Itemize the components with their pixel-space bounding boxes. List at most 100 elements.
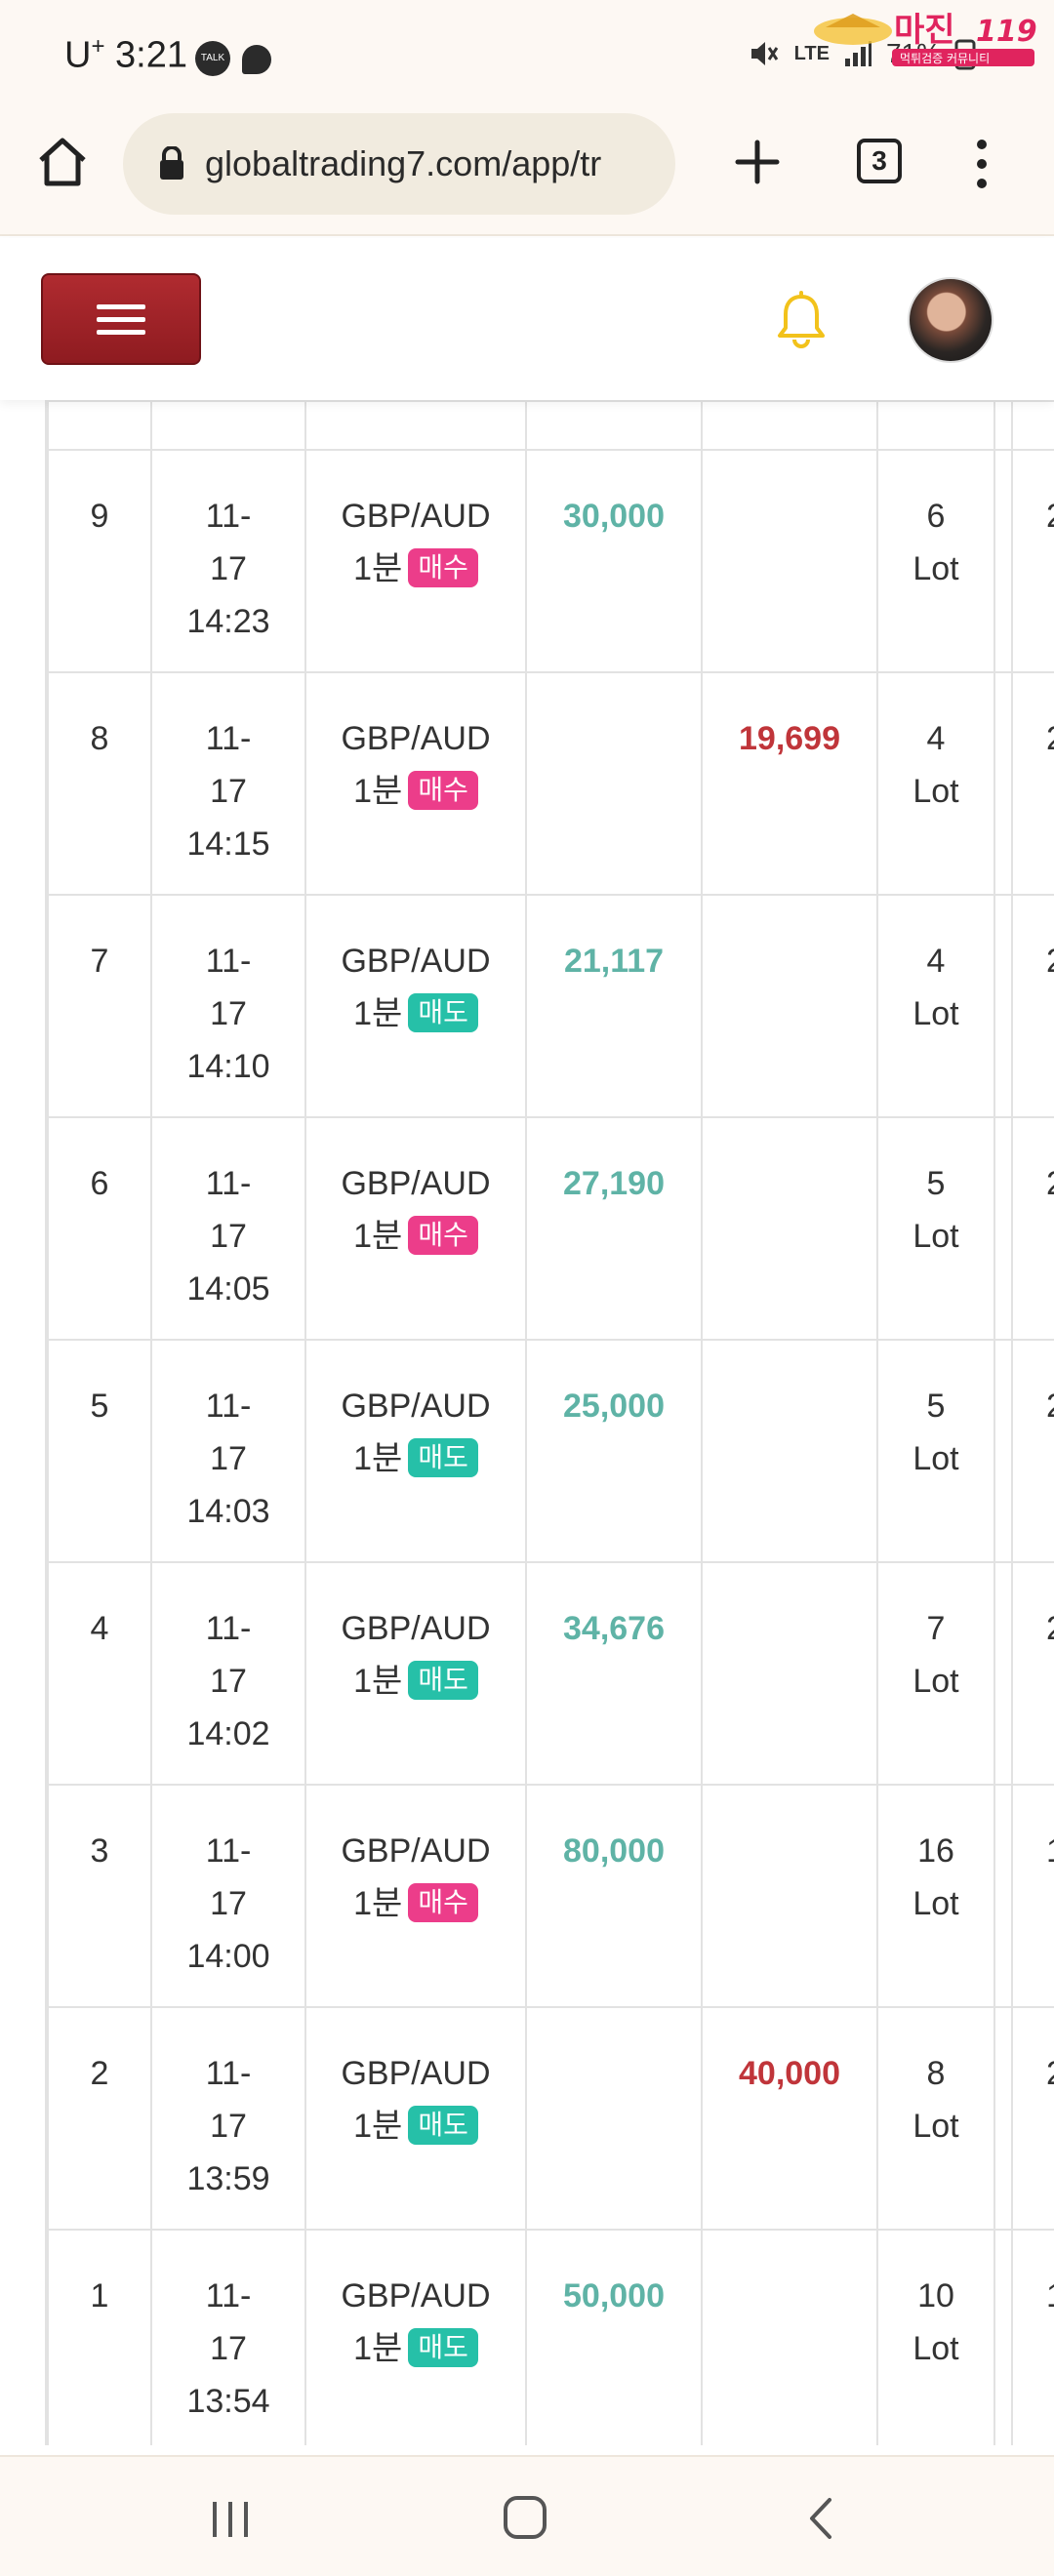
kakao-talk-icon: TALK: [195, 41, 230, 76]
table-body: 9 11-1714:23 GBP/AUD1분매수 30,000 6Lot 2, …: [47, 400, 1054, 2445]
row-number: 4: [47, 1561, 152, 1786]
trade-product: GBP/AUD 1분 매수: [304, 1116, 527, 1341]
column-gap: [993, 1339, 1013, 1563]
row-number: 3: [47, 1784, 152, 2008]
table-row[interactable]: 1 11-1713:54 GBP/AUD1분매도 50,000 10Lot 1,: [47, 2229, 1054, 2445]
side-badge: 매수: [408, 771, 478, 811]
trade-datetime: 11- 17 14:10: [150, 894, 306, 1118]
column-gap: [993, 1116, 1013, 1341]
trade-product: GBP/AUD 1분 매도: [304, 2229, 527, 2445]
trade-datetime: 11- 17 14:15: [150, 671, 306, 896]
column-gap: [993, 449, 1013, 673]
profit-amount: 30,000: [525, 449, 703, 673]
back-icon[interactable]: [806, 2496, 835, 2541]
row-number: 7: [47, 894, 152, 1118]
trade-datetime: 11- 17 14:23: [150, 449, 306, 673]
side-badge: 매수: [408, 1216, 478, 1256]
home-button-icon[interactable]: [504, 2496, 547, 2539]
tab-switcher-button[interactable]: 3: [857, 139, 902, 183]
profit-amount: 21,117: [525, 894, 703, 1118]
chat-bubble-icon: [242, 45, 271, 74]
lot-size: 4 Lot: [876, 894, 995, 1118]
trade-datetime: 11- 17 14:02: [150, 1561, 306, 1786]
svg-text:119: 119: [976, 15, 1037, 49]
trade-product: GBP/AUD 1분 매도: [304, 1339, 527, 1563]
truncated-value: 2,: [1011, 894, 1054, 1118]
profit-amount: 25,000: [525, 1339, 703, 1563]
loss-amount: 40,000: [701, 2006, 878, 2231]
side-badge: 매도: [408, 2106, 478, 2146]
table-row[interactable]: 5 11-1714:03 GBP/AUD1분매도 25,000 5Lot 2,(: [47, 1339, 1054, 1563]
status-bar: U+ 3:21 TALK LTE 71% 마진 119 먹튀검증 커뮤니티: [0, 0, 1054, 109]
avatar[interactable]: [908, 277, 993, 363]
url-text: globaltrading7.com/app/tr: [205, 143, 602, 183]
new-tab-icon[interactable]: [730, 135, 785, 189]
bell-icon[interactable]: [775, 291, 828, 349]
table-row[interactable]: 7 11-1714:10 GBP/AUD1분매도 21,117 4Lot 2,: [47, 894, 1054, 1118]
carrier-time: U+ 3:21: [64, 33, 187, 77]
mute-icon: [750, 42, 778, 65]
side-badge: 매도: [408, 1438, 478, 1478]
loss-amount: [701, 894, 878, 1118]
home-icon[interactable]: [35, 135, 90, 189]
more-menu-icon[interactable]: [972, 137, 992, 191]
side-badge: 매수: [408, 1883, 478, 1923]
side-badge: 매도: [408, 1661, 478, 1701]
profit-amount: 50,000: [525, 2229, 703, 2445]
table-row[interactable]: 2 11-1713:59 GBP/AUD1분매도 40,000 8Lot 2,(: [47, 2006, 1054, 2231]
lock-icon: [160, 146, 183, 180]
trade-product: GBP/AUD 1분 매도: [304, 1561, 527, 1786]
menu-line: [97, 329, 145, 335]
menu-line: [97, 303, 145, 309]
profit-amount: [525, 671, 703, 896]
lot-size: 4 Lot: [876, 671, 995, 896]
trade-table: 9 11-1714:23 GBP/AUD1분매수 30,000 6Lot 2, …: [47, 400, 1054, 2445]
profit-amount: 34,676: [525, 1561, 703, 1786]
truncated-value: 2,: [1011, 671, 1054, 896]
carrier-label: U: [64, 34, 92, 76]
side-badge: 매도: [408, 993, 478, 1033]
table-row[interactable]: 3 11-1714:00 GBP/AUD1분매수 80,000 16Lot 1,: [47, 1784, 1054, 2008]
side-badge: 매수: [408, 548, 478, 588]
loss-amount: 19,699: [701, 671, 878, 896]
profit-amount: 27,190: [525, 1116, 703, 1341]
profit-amount: [525, 2006, 703, 2231]
lot-size: 5 Lot: [876, 1116, 995, 1341]
column-gap: [993, 1784, 1013, 2008]
trade-datetime: 11- 17 13:59: [150, 2006, 306, 2231]
hamburger-menu-button[interactable]: [41, 273, 201, 365]
column-gap: [993, 671, 1013, 896]
truncated-value: 2,(: [1011, 2006, 1054, 2231]
row-number: 1: [47, 2229, 152, 2445]
loss-amount: [701, 449, 878, 673]
trade-history-table: 9 11-1714:23 GBP/AUD1분매수 30,000 6Lot 2, …: [45, 400, 1054, 2445]
truncated-value: 2,(: [1011, 1339, 1054, 1563]
column-gap: [993, 894, 1013, 1118]
lot-size: 6 Lot: [876, 449, 995, 673]
svg-text:마진: 마진: [894, 11, 955, 50]
row-number: 5: [47, 1339, 152, 1563]
trade-product: GBP/AUD 1분 매도: [304, 894, 527, 1118]
column-gap: [993, 1561, 1013, 1786]
loss-amount: [701, 1116, 878, 1341]
clock: 3:21: [115, 34, 187, 76]
app-header: [0, 238, 1054, 400]
watermark-logo: 마진 119 먹튀검증 커뮤니티: [814, 11, 1037, 66]
table-row[interactable]: 9 11-1714:23 GBP/AUD1분매수 30,000 6Lot 2,: [47, 449, 1054, 673]
truncated-value: 1,: [1011, 2229, 1054, 2445]
system-nav-bar: [0, 2455, 1054, 2576]
recent-apps-icon[interactable]: [209, 2500, 252, 2539]
address-bar[interactable]: globaltrading7.com/app/tr: [123, 113, 675, 215]
trade-datetime: 11- 17 14:03: [150, 1339, 306, 1563]
table-row[interactable]: 6 11-1714:05 GBP/AUD1분매수 27,190 5Lot 2,: [47, 1116, 1054, 1341]
row-number: 6: [47, 1116, 152, 1341]
trade-datetime: 11- 17 13:54: [150, 2229, 306, 2445]
table-row[interactable]: 8 11-1714:15 GBP/AUD1분매수 19,699 4Lot 2,: [47, 671, 1054, 896]
trade-product: GBP/AUD 1분 매수: [304, 1784, 527, 2008]
side-badge: 매도: [408, 2328, 478, 2368]
loss-amount: [701, 2229, 878, 2445]
lot-size: 5 Lot: [876, 1339, 995, 1563]
lot-size: 10 Lot: [876, 2229, 995, 2445]
table-row[interactable]: 4 11-1714:02 GBP/AUD1분매도 34,676 7Lot 2,(: [47, 1561, 1054, 1786]
browser-toolbar: globaltrading7.com/app/tr 3: [0, 109, 1054, 236]
